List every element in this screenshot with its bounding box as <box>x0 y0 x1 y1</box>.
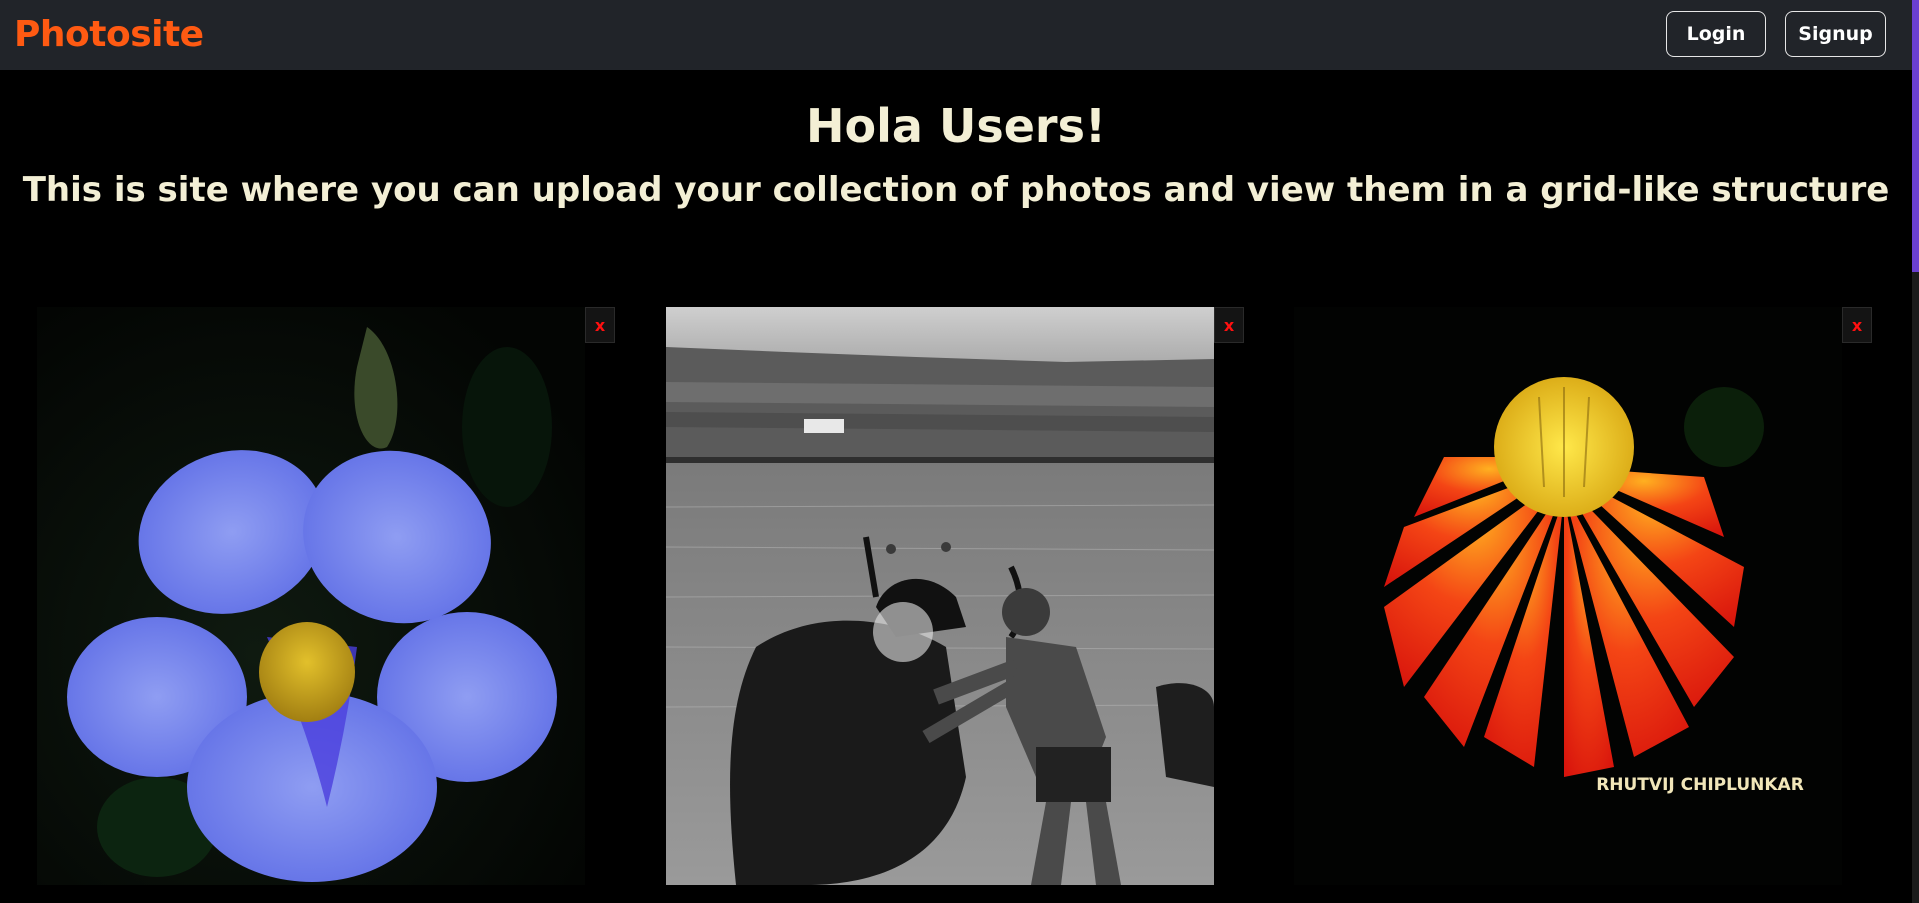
delete-photo-button[interactable]: x <box>1214 307 1244 343</box>
hero-subtitle: This is site where you can upload your c… <box>22 170 1890 210</box>
delete-photo-button[interactable]: x <box>585 307 615 343</box>
red-flower-image: RHUTVIJ CHIPLUNKAR <box>1294 307 1842 885</box>
photo-card-blue-flower[interactable] <box>37 307 585 885</box>
blue-flower-image <box>37 307 585 885</box>
navbar: Photosite Login Signup <box>0 0 1912 70</box>
scrollbar-thumb[interactable] <box>1912 0 1919 272</box>
photo-card-buffalo[interactable] <box>666 307 1214 885</box>
photo-card-red-flower[interactable]: RHUTVIJ CHIPLUNKAR <box>1294 307 1842 885</box>
signup-button[interactable]: Signup <box>1785 11 1886 57</box>
brand-logo[interactable]: Photosite <box>14 10 204 60</box>
buffalo-bw-image <box>666 307 1214 885</box>
login-button[interactable]: Login <box>1666 11 1766 57</box>
photo-watermark: RHUTVIJ CHIPLUNKAR <box>1596 775 1804 795</box>
delete-photo-button[interactable]: x <box>1842 307 1872 343</box>
hero-title: Hola Users! <box>806 99 1106 153</box>
